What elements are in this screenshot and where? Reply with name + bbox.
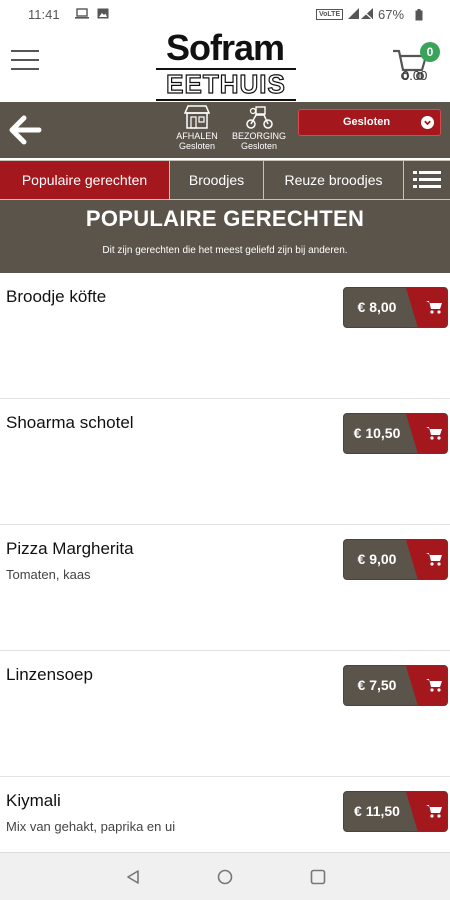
cart-icon (426, 679, 442, 692)
app-screen: 11:41 VoLTE 67% Sofram EETHUIS 0 0.00 AF… (0, 0, 450, 900)
system-nav-bar (0, 852, 450, 900)
menu-item: Broodje köfte € 8,00 (0, 273, 450, 399)
status-time: 11:41 (28, 7, 60, 22)
item-price: € 10,50 (353, 425, 401, 441)
item-price: € 8,00 (357, 299, 397, 315)
image-icon (97, 8, 109, 19)
store-status-dropdown[interactable]: Gesloten (298, 109, 441, 136)
add-to-cart-button[interactable]: € 10,50 (343, 413, 448, 454)
pickup-status: AFHALEN Gesloten (168, 104, 226, 151)
section-subtitle: Dit zijn gerechten die het meest geliefd… (102, 245, 348, 256)
add-to-cart-button[interactable]: € 9,00 (343, 539, 448, 580)
battery-icon (415, 9, 423, 21)
chevron-down-icon (421, 116, 434, 129)
app-header: Sofram EETHUIS 0 0.00 (0, 28, 450, 102)
item-description: Tomaten, kaas (6, 567, 91, 582)
delivery-status-text: Gesloten (240, 141, 278, 151)
item-name: Broodje köfte (6, 287, 107, 306)
list-bullets-icon (413, 171, 417, 188)
item-name: Linzensoep (6, 665, 93, 684)
logo-sofram: Sofram (165, 27, 285, 68)
nav-home-icon[interactable] (217, 869, 233, 885)
wifi-icon (348, 8, 359, 19)
item-name: Kiymali (6, 791, 61, 810)
store-icon (183, 105, 211, 129)
nav-back-icon[interactable] (125, 869, 141, 885)
scooter-icon (246, 106, 273, 129)
item-price: € 11,50 (354, 803, 400, 819)
volte-badge: VoLTE (316, 9, 344, 20)
cart-button[interactable]: 0 (392, 40, 440, 92)
item-price: € 7,50 (357, 677, 397, 693)
pickup-status-text: Gesloten (178, 141, 216, 151)
service-bar: AFHALEN Gesloten BEZORGING Gesloten Gesl… (0, 102, 450, 158)
pickup-label: AFHALEN (176, 131, 218, 141)
category-list-icon[interactable] (409, 161, 450, 199)
menu-items-list: Broodje köfte € 8,00 Shoarma schotel € 1… (0, 273, 450, 900)
cart-icon (426, 427, 442, 440)
item-name: Pizza Margherita (6, 539, 134, 558)
item-description: Mix van gehakt, paprika en ui (6, 819, 176, 834)
laptop-icon (75, 8, 89, 19)
add-to-cart-button[interactable]: € 8,00 (343, 287, 448, 328)
cart-icon (426, 805, 442, 818)
section-title: POPULAIRE GERECHTEN (85, 206, 365, 231)
tab-reuze-broodjes[interactable]: Reuze broodjes (264, 161, 404, 199)
section-header: POPULAIRE GERECHTEN Dit zijn gerechten d… (0, 200, 450, 273)
arrow-left-icon[interactable] (8, 113, 42, 147)
status-bar: 11:41 VoLTE 67% (0, 0, 450, 28)
cart-icon (426, 301, 442, 314)
tab-broodjes[interactable]: Broodjes (170, 161, 264, 199)
tab-populaire-gerechten[interactable]: Populaire gerechten (0, 161, 170, 199)
menu-item: Pizza Margherita Tomaten, kaas € 9,00 (0, 525, 450, 651)
menu-item: Linzensoep € 7,50 (0, 651, 450, 777)
nav-recents-icon[interactable] (310, 869, 326, 885)
cart-icon (426, 553, 442, 566)
item-price: € 9,00 (357, 551, 397, 567)
delivery-status: BEZORGING Gesloten (230, 104, 288, 151)
signal-icon (360, 8, 373, 20)
category-tabs: Populaire gerechten Broodjes Reuze brood… (0, 160, 450, 200)
logo-eethuis: EETHUIS (156, 68, 296, 101)
add-to-cart-button[interactable]: € 7,50 (343, 665, 448, 706)
battery-percent: 67% (378, 7, 405, 22)
cart-count-badge: 0 (420, 42, 440, 62)
cart-total: 0.00 (402, 68, 428, 83)
add-to-cart-button[interactable]: € 11,50 (343, 791, 448, 832)
delivery-label: BEZORGING (231, 131, 286, 141)
store-status-value: Gesloten (343, 116, 391, 128)
menu-item: Shoarma schotel € 10,50 (0, 399, 450, 525)
item-name: Shoarma schotel (6, 413, 134, 432)
